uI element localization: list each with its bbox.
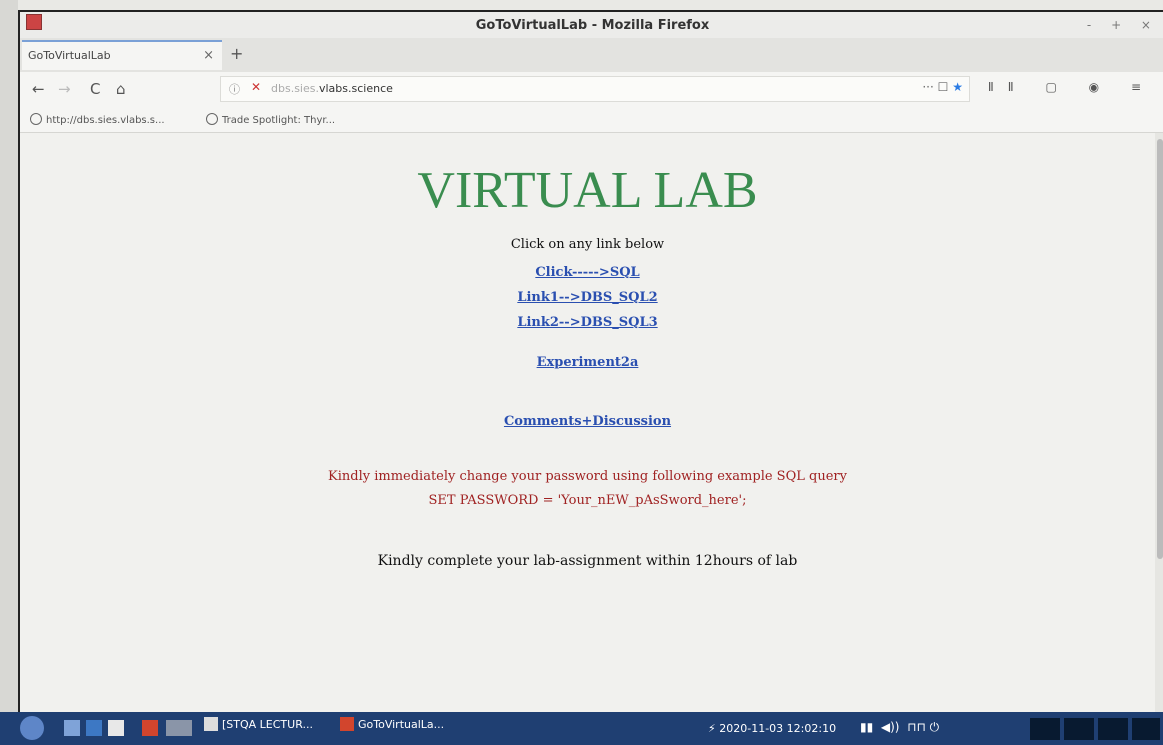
system-tray[interactable]: ▮▮ ◀)) ⊓⊓ ⏻: [860, 720, 939, 735]
more-icon: ···: [922, 80, 934, 94]
intro-text: Click on any link below: [510, 237, 665, 252]
link-dbs-sql3[interactable]: Link2-->DBS_SQL3: [517, 315, 657, 330]
url-bar[interactable]: ⓘ ✕ dbs.sies.vlabs.science ··· ☐ ★: [220, 76, 970, 102]
blank-launcher-icon[interactable]: [166, 720, 192, 736]
back-icon[interactable]: ←: [32, 80, 45, 98]
info-icon[interactable]: ⓘ: [229, 81, 240, 97]
window-icon[interactable]: [108, 720, 124, 736]
globe-icon: [30, 113, 42, 125]
home-icon[interactable]: ⌂: [116, 80, 126, 98]
taskbar-item-gotovirtuallab[interactable]: GoToVirtualLa...: [340, 717, 444, 739]
page-content: VIRTUAL LAB Click on any link below Clic…: [20, 133, 1155, 714]
toolbar-icons[interactable]: ⅡⅡ ▢ ◉ ≡: [988, 80, 1155, 94]
tab-title: GoToVirtualLab: [28, 49, 111, 62]
network-icon: ▮▮: [860, 720, 874, 734]
pocket-icon: ☐: [937, 80, 949, 94]
nav-bar: ← → C ⌂ ⓘ ✕ dbs.sies.vlabs.science ··· ☐…: [20, 72, 1163, 109]
sql-query-example: SET PASSWORD = 'Your_nEW_pAsSword_here';: [428, 493, 747, 508]
page-heading: VIRTUAL LAB: [417, 162, 758, 219]
power-icon: ⏻: [929, 720, 940, 734]
globe-icon: [206, 113, 218, 125]
password-warning: Kindly immediately change your password …: [328, 469, 847, 484]
taskbar: [STQA LECTUR... GoToVirtualLa... ⚡ 2020-…: [0, 712, 1163, 745]
memory-graph-icon: [1064, 718, 1094, 740]
taskbar-item-stqa[interactable]: [STQA LECTUR...: [204, 717, 313, 739]
terminal-icon[interactable]: [86, 720, 102, 736]
link-comments-discussion[interactable]: Comments+Discussion: [504, 414, 671, 429]
scroll-thumb[interactable]: [1157, 139, 1163, 559]
volume-icon: ◀)): [880, 720, 900, 734]
files-icon[interactable]: [64, 720, 80, 736]
cpu-graph-icon: [1030, 718, 1060, 740]
page-actions[interactable]: ··· ☐ ★: [922, 80, 963, 94]
forward-icon[interactable]: →: [58, 80, 71, 98]
tab-bar: GoToVirtualLab × +: [20, 38, 1163, 72]
clock[interactable]: ⚡ 2020-11-03 12:02:10: [708, 722, 836, 735]
scrollbar[interactable]: [1155, 133, 1163, 714]
url-text[interactable]: dbs.sies.vlabs.science: [271, 82, 393, 95]
network-graph-icon: [1098, 718, 1128, 740]
browser-window: GoToVirtualLab - Mozilla Firefox - + × G…: [18, 10, 1163, 714]
bookmark-item[interactable]: Trade Spotlight: Thyr...: [206, 113, 335, 126]
reload-icon[interactable]: C: [90, 80, 100, 98]
firefox-launcher-icon[interactable]: [142, 720, 158, 736]
window-title: GoToVirtualLab - Mozilla Firefox: [475, 18, 710, 33]
assignment-note: Kindly complete your lab-assignment with…: [377, 553, 798, 569]
close-icon[interactable]: ×: [203, 48, 214, 63]
bookmarks-bar: http://dbs.sies.vlabs.s... Trade Spotlig…: [20, 108, 1163, 133]
start-menu-icon[interactable]: [20, 716, 44, 740]
window-controls[interactable]: - + ×: [1087, 18, 1159, 32]
lock-icon: ⊓⊓: [907, 720, 926, 734]
star-icon: ★: [952, 80, 963, 94]
link-sql[interactable]: Click----->SQL: [535, 265, 639, 280]
insecure-lock-icon[interactable]: ✕: [251, 80, 261, 94]
bookmark-item[interactable]: http://dbs.sies.vlabs.s...: [30, 113, 165, 126]
new-tab-button[interactable]: +: [230, 44, 243, 63]
tab-gotovirtuallab[interactable]: GoToVirtualLab ×: [22, 40, 222, 70]
document-icon: [204, 717, 218, 731]
title-bar: GoToVirtualLab - Mozilla Firefox - + ×: [20, 12, 1163, 38]
link-experiment2a[interactable]: Experiment2a: [537, 355, 639, 370]
firefox-icon: [340, 717, 354, 731]
monitor-bezel: [0, 0, 18, 745]
disk-graph-icon: [1132, 718, 1160, 740]
link-dbs-sql2[interactable]: Link1-->DBS_SQL2: [517, 290, 657, 305]
